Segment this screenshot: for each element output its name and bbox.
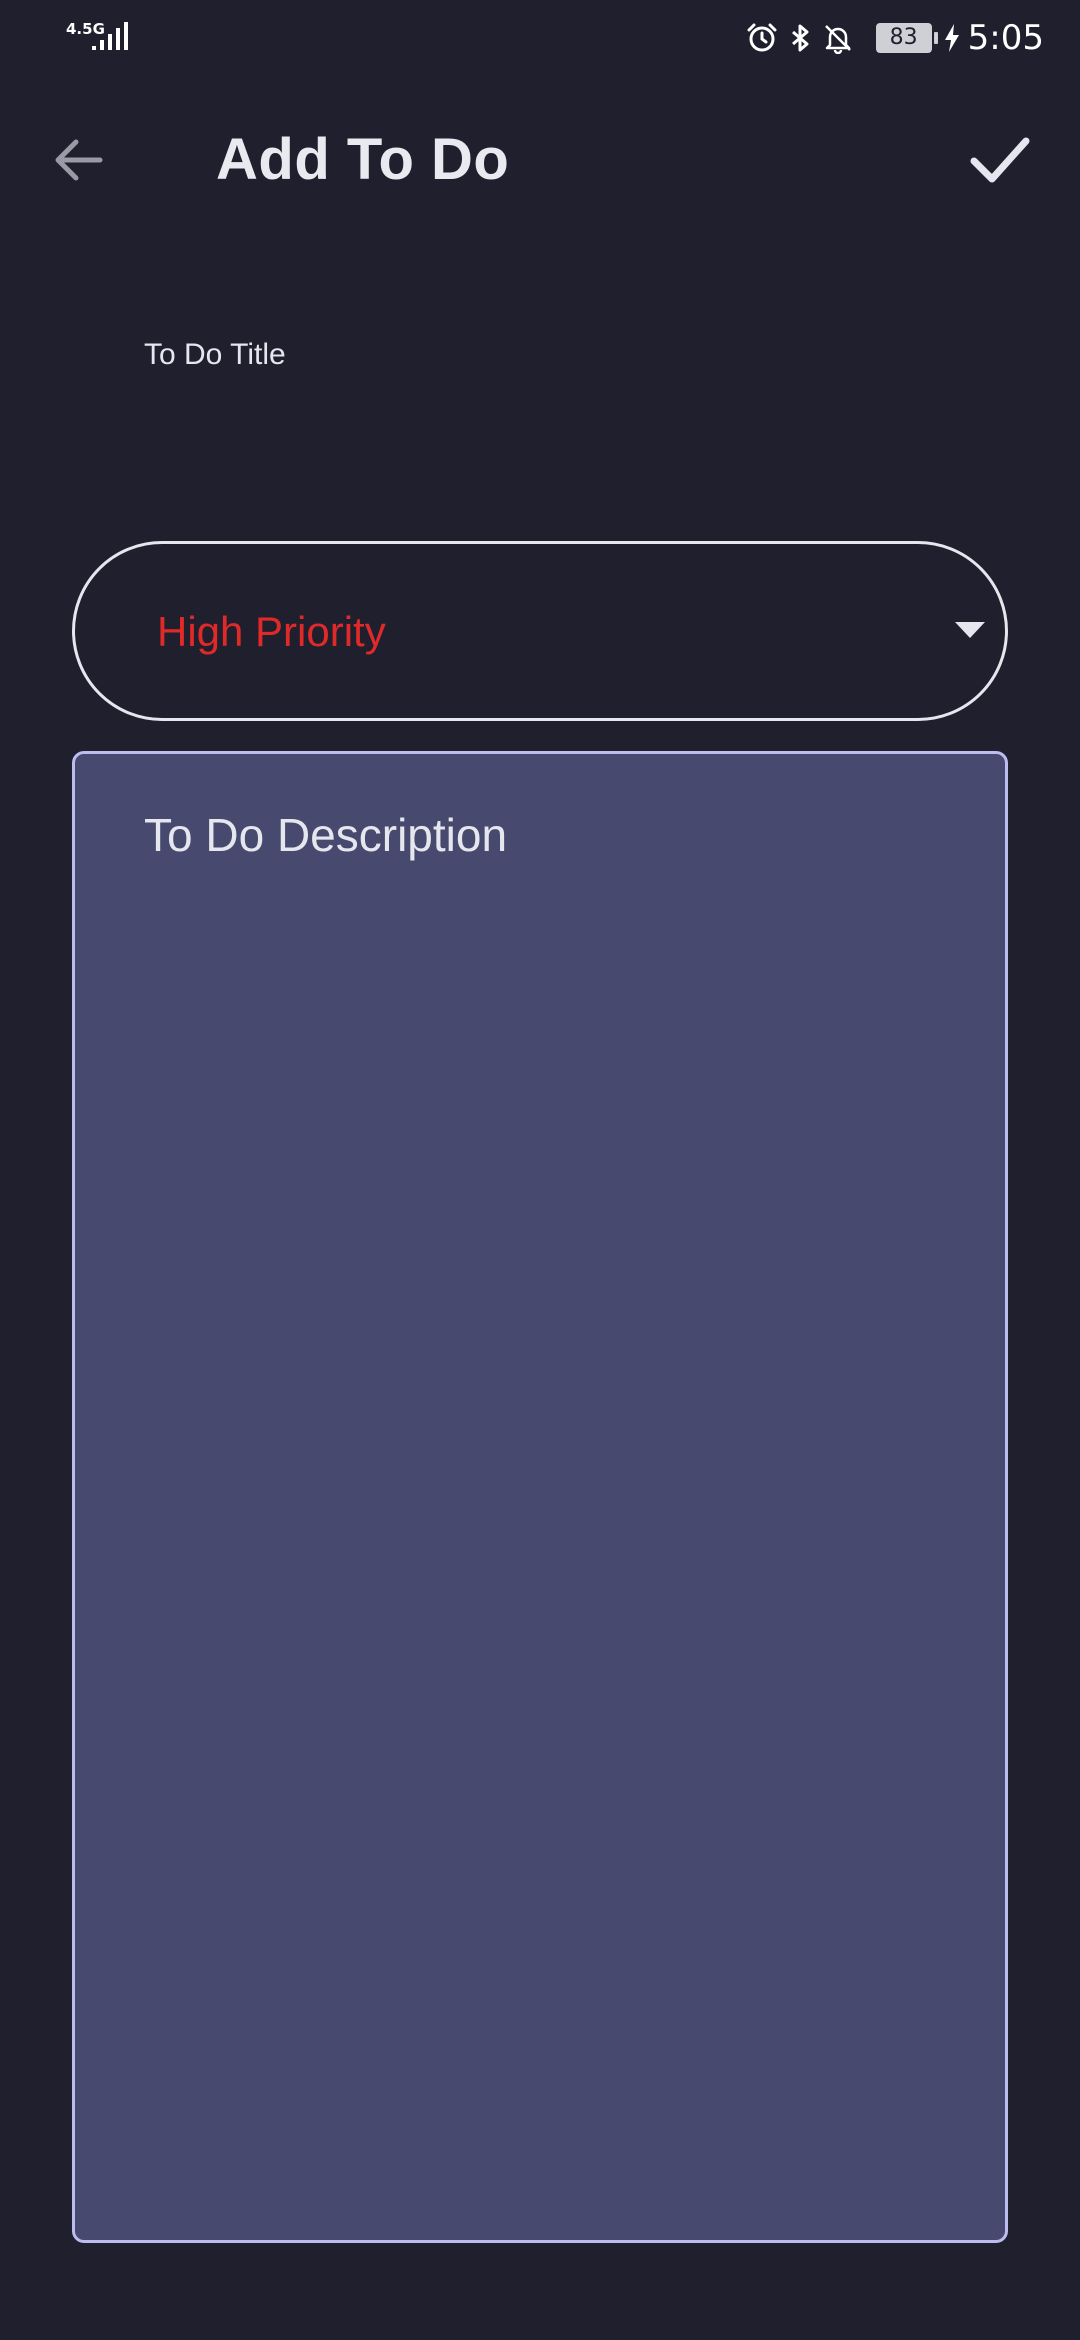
page-title: Add To Do [216,127,510,192]
priority-selected-value: High Priority [157,608,386,655]
battery-level: 83 [889,25,918,50]
dropdown-arrow-icon [955,622,985,638]
arrow-back-icon [55,139,103,181]
charging-icon [944,24,959,52]
battery-icon: 83 [875,23,932,53]
check-icon [970,137,1030,183]
save-button[interactable] [960,122,1040,198]
priority-dropdown[interactable]: High Priority [72,541,1008,721]
status-bar: 4.5G 83 5:05 [0,0,1080,76]
status-icons: 83 5:05 [740,16,1044,60]
clock: 5:05 [967,18,1044,58]
app-bar: Add To Do [0,100,1080,220]
todo-title-field[interactable] [72,300,1008,450]
signal-icon [92,22,128,50]
battery-tip [933,32,938,44]
bluetooth-icon [791,24,809,52]
notifications-off-icon [824,25,851,54]
todo-description-placeholder: To Do Description [144,809,508,861]
todo-description-field[interactable]: To Do Description [72,751,1008,2243]
back-button[interactable] [40,122,116,198]
alarm-icon [747,23,777,52]
